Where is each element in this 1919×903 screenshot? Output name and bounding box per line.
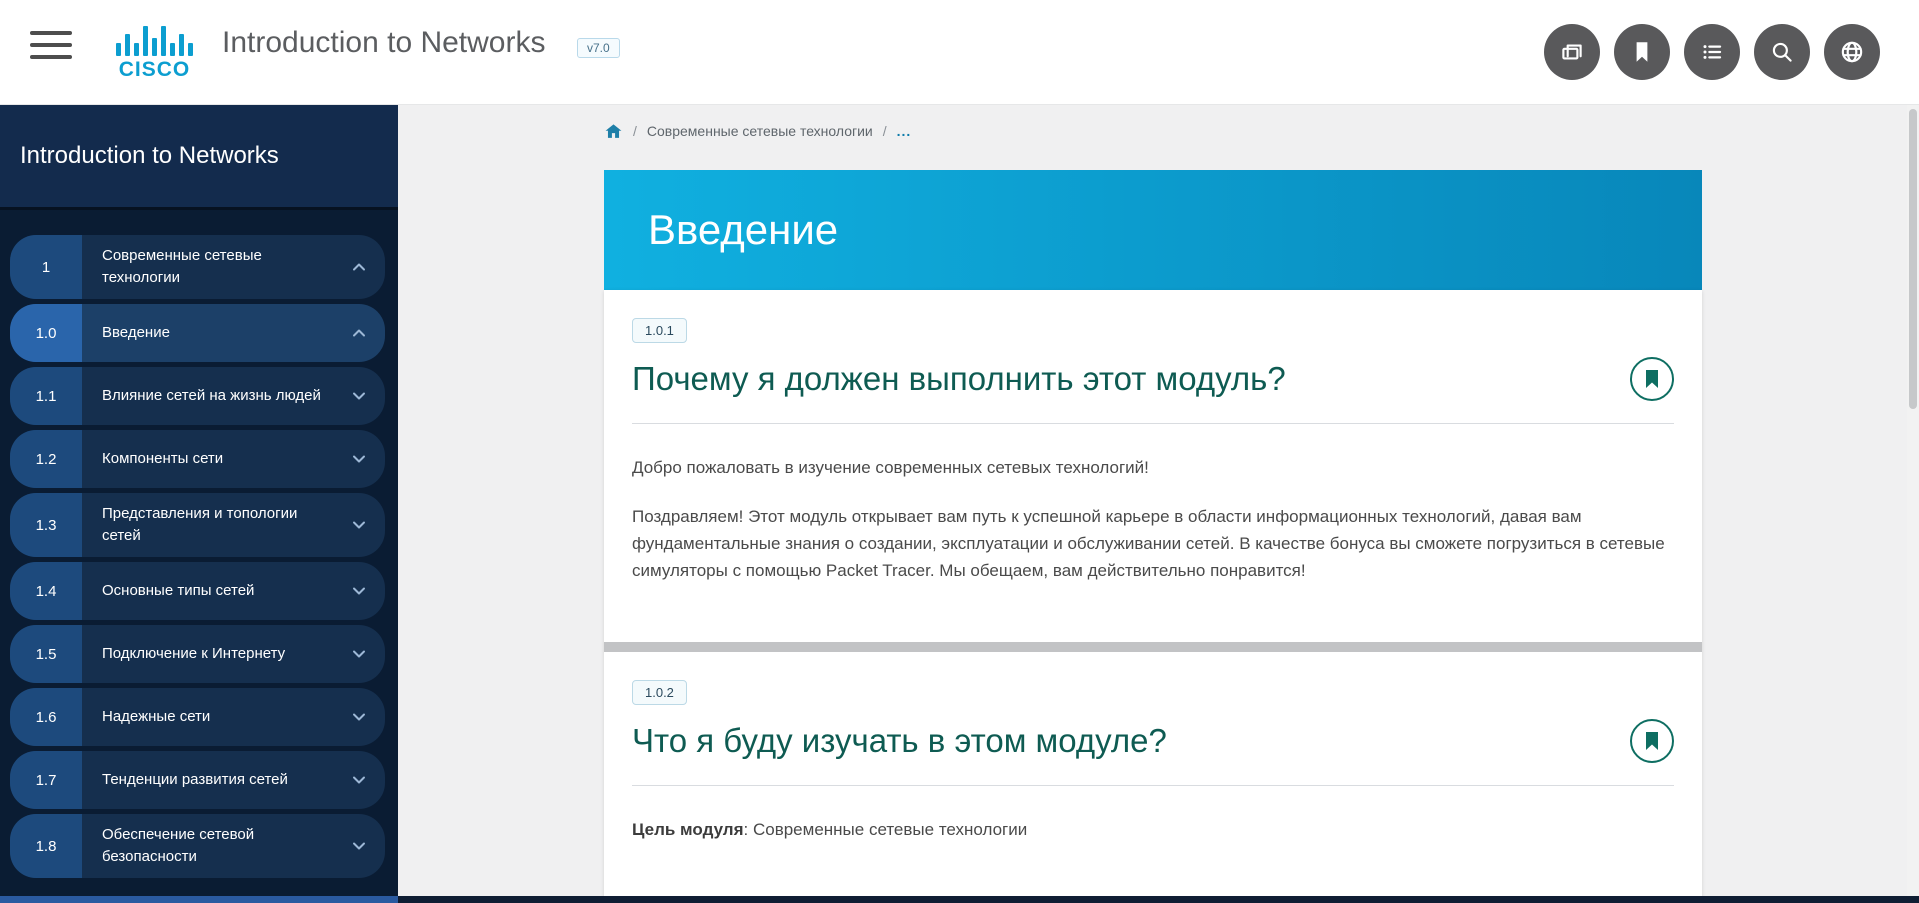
section-label: Тенденции развития сетей xyxy=(82,751,385,809)
module-goal-label: Цель модуля xyxy=(632,820,744,839)
sidebar-nav: 1 Современные сетевые технологии 1.0 Вве… xyxy=(0,210,398,878)
hamburger-menu-button[interactable] xyxy=(30,31,76,65)
sidebar-item-1[interactable]: 1 Современные сетевые технологии xyxy=(10,235,385,299)
banner-title: Введение xyxy=(648,206,838,254)
chevron-down-icon xyxy=(349,770,369,790)
chevron-down-icon xyxy=(349,836,369,856)
vertical-scrollbar[interactable] xyxy=(1907,105,1919,896)
chevron-up-icon xyxy=(349,323,369,343)
chevron-up-icon xyxy=(349,257,369,277)
module-goal-text: : Современные сетевые технологии xyxy=(744,820,1028,839)
chevron-down-icon xyxy=(349,386,369,406)
module-goal: Цель модуля: Современные сетевые техноло… xyxy=(632,816,1674,843)
section-heading: Почему я должен выполнить этот модуль? xyxy=(632,360,1286,398)
section-number: 1.7 xyxy=(10,751,82,809)
chevron-down-icon xyxy=(349,449,369,469)
course-title: Introduction to Networks xyxy=(222,26,545,60)
section-number: 1.4 xyxy=(10,562,82,620)
section-number: 1.5 xyxy=(10,625,82,683)
section-label: Основные типы сетей xyxy=(82,562,385,620)
table-of-contents-button[interactable] xyxy=(1684,24,1740,80)
section-number: 1.3 xyxy=(10,493,82,557)
chevron-down-icon xyxy=(349,707,369,727)
bottom-bar-accent xyxy=(0,896,398,903)
section-label: Компоненты сети xyxy=(82,430,385,488)
bookmarks-button[interactable] xyxy=(1614,24,1670,80)
header-toolbar xyxy=(1544,24,1880,80)
sidebar-item-1-5[interactable]: 1.5 Подключение к Интернету xyxy=(10,625,385,683)
home-icon[interactable] xyxy=(604,122,623,141)
section-number: 1.1 xyxy=(10,367,82,425)
section-label: Современные сетевые технологии xyxy=(82,235,385,299)
bookmark-icon xyxy=(1644,732,1660,750)
bookmark-icon xyxy=(1644,370,1660,388)
breadcrumb-ellipsis[interactable]: ... xyxy=(897,123,912,139)
sidebar-header: Introduction to Networks xyxy=(0,105,398,210)
heading-divider xyxy=(632,423,1674,424)
chevron-down-icon xyxy=(349,515,369,535)
search-button[interactable] xyxy=(1754,24,1810,80)
sidebar-item-1-0[interactable]: 1.0 Введение xyxy=(10,304,385,362)
section-heading: Что я буду изучать в этом модуле? xyxy=(632,722,1167,760)
section-number: 1.6 xyxy=(10,688,82,746)
section-label: Надежные сети xyxy=(82,688,385,746)
breadcrumb-separator: / xyxy=(883,123,887,139)
pages-button[interactable] xyxy=(1544,24,1600,80)
cisco-logo: CISCO xyxy=(107,22,202,82)
chevron-down-icon xyxy=(349,644,369,664)
chevron-down-icon xyxy=(349,581,369,601)
cisco-logo-text: CISCO xyxy=(107,58,202,82)
version-badge: v7.0 xyxy=(577,38,620,58)
section-1-0-2: 1.0.2 Что я буду изучать в этом модуле? … xyxy=(604,652,1702,843)
sidebar-item-1-1[interactable]: 1.1 Влияние сетей на жизнь людей xyxy=(10,367,385,425)
course-sidebar: Introduction to Networks 1 Современные с… xyxy=(0,105,398,903)
breadcrumb-separator: / xyxy=(633,123,637,139)
section-label: Влияние сетей на жизнь людей xyxy=(82,367,385,425)
search-icon xyxy=(1768,38,1796,66)
paragraph: Поздравляем! Этот модуль открывает вам п… xyxy=(632,503,1674,584)
bookmark-icon xyxy=(1628,38,1656,66)
section-1-0-1: 1.0.1 Почему я должен выполнить этот мод… xyxy=(604,290,1702,652)
section-label: Обеспечение сетевой безопасности xyxy=(82,814,385,878)
section-number: 1 xyxy=(10,235,82,299)
section-number-chip: 1.0.1 xyxy=(632,318,687,343)
section-label: Подключение к Интернету xyxy=(82,625,385,683)
scrollbar-thumb[interactable] xyxy=(1909,109,1917,409)
breadcrumb: / Современные сетевые технологии / ... xyxy=(604,118,911,144)
section-label: Введение xyxy=(82,304,385,362)
module-banner: Введение xyxy=(604,170,1702,290)
section-separator-bar xyxy=(604,642,1702,652)
section-number: 1.8 xyxy=(10,814,82,878)
section-number: 1.0 xyxy=(10,304,82,362)
content-card: 1.0.1 Почему я должен выполнить этот мод… xyxy=(604,290,1702,897)
bottom-progress-bar xyxy=(0,896,1919,903)
pages-icon xyxy=(1558,38,1586,66)
sidebar-item-1-7[interactable]: 1.7 Тенденции развития сетей xyxy=(10,751,385,809)
sidebar-course-title: Introduction to Networks xyxy=(20,142,279,170)
bookmark-section-button[interactable] xyxy=(1630,719,1674,763)
sidebar-item-1-2[interactable]: 1.2 Компоненты сети xyxy=(10,430,385,488)
language-button[interactable] xyxy=(1824,24,1880,80)
paragraph: Добро пожаловать в изучение современных … xyxy=(632,454,1674,481)
sidebar-item-1-3[interactable]: 1.3 Представления и топологии сетей xyxy=(10,493,385,557)
cisco-logo-icon xyxy=(107,22,202,56)
sidebar-item-1-6[interactable]: 1.6 Надежные сети xyxy=(10,688,385,746)
breadcrumb-module-link[interactable]: Современные сетевые технологии xyxy=(647,123,873,139)
list-icon xyxy=(1698,38,1726,66)
sidebar-item-1-8[interactable]: 1.8 Обеспечение сетевой безопасности xyxy=(10,814,385,878)
app-window: CISCO Introduction to Networks v7.0 xyxy=(0,0,1919,903)
sidebar-item-1-4[interactable]: 1.4 Основные типы сетей xyxy=(10,562,385,620)
top-header: CISCO Introduction to Networks v7.0 xyxy=(0,0,1919,105)
heading-divider xyxy=(632,785,1674,786)
section-number: 1.2 xyxy=(10,430,82,488)
globe-icon xyxy=(1838,38,1866,66)
section-label: Представления и топологии сетей xyxy=(82,493,385,557)
section-number-chip: 1.0.2 xyxy=(632,680,687,705)
bookmark-section-button[interactable] xyxy=(1630,357,1674,401)
